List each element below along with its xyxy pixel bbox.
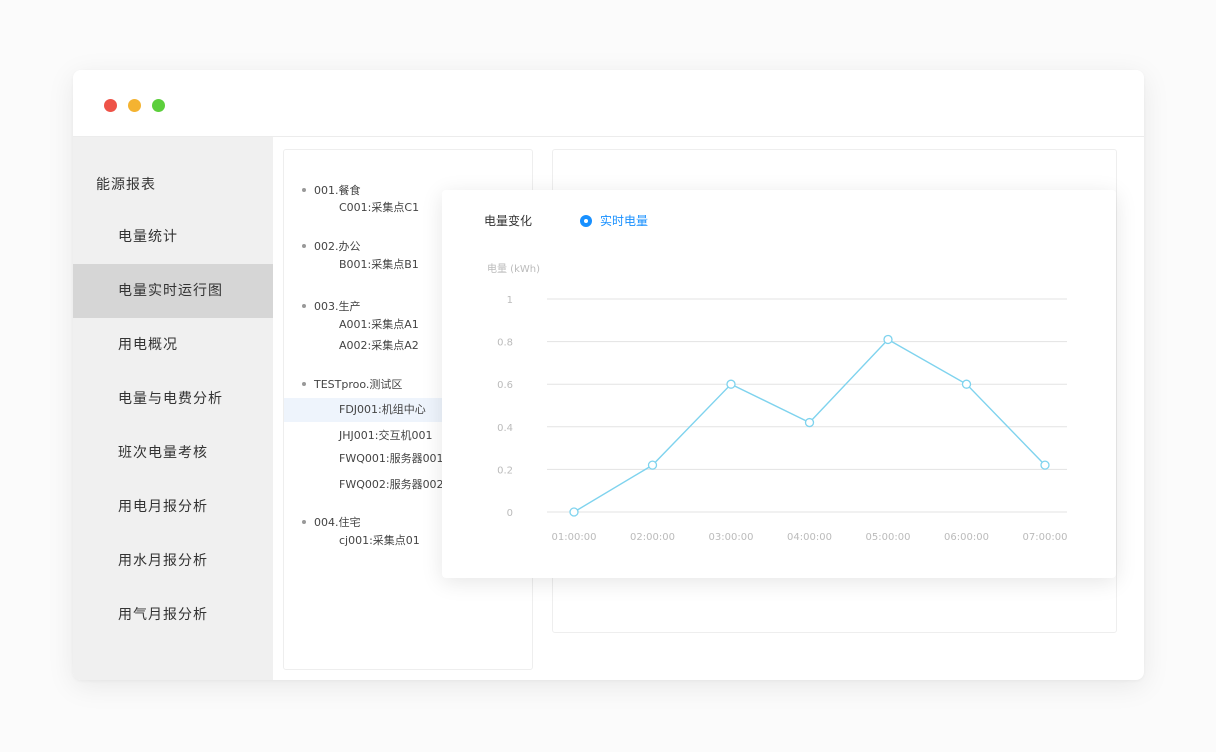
bullet-icon	[302, 244, 306, 248]
sidebar-item[interactable]: 电量统计	[73, 210, 273, 264]
close-window-button[interactable]	[104, 99, 117, 112]
sidebar-item[interactable]: 用电概况	[73, 318, 273, 372]
x-tick-label: 07:00:00	[1023, 532, 1068, 543]
tree-group[interactable]: 004.住宅	[302, 514, 361, 530]
tree-group-label: 003.生产	[314, 300, 361, 313]
x-tick-label: 03:00:00	[709, 532, 754, 543]
x-tick-label: 01:00:00	[552, 532, 597, 543]
sidebar-item[interactable]: 用电月报分析	[73, 480, 273, 534]
sidebar-item[interactable]: 用气月报分析	[73, 588, 273, 642]
tree-group-label: 004.住宅	[314, 516, 361, 529]
bullet-icon	[302, 304, 306, 308]
data-point	[804, 417, 815, 428]
line-chart: 电量 (kWh) 0 0.2 0.4 0.6 0.8 1 01:00:00 02:00:00 03…	[487, 262, 1068, 543]
sidebar-item[interactable]: 电量与电费分析	[73, 372, 273, 426]
sidebar-item[interactable]: 班次电量考核	[73, 426, 273, 480]
bullet-icon	[302, 188, 306, 192]
tree-group-label: TESTproo.测试区	[314, 378, 403, 391]
x-tick-label: 06:00:00	[944, 532, 989, 543]
y-tick-label: 0.2	[497, 465, 513, 476]
data-point	[569, 507, 579, 517]
data-point	[883, 334, 893, 345]
bullet-icon	[302, 382, 306, 386]
chart-card: 电量变化 实时电量 电量 (kWh) 0 0.2 0.4 0.6 0.8 1 01:00:00…	[442, 190, 1116, 578]
x-tick-label: 02:00:00	[630, 532, 675, 543]
tree-group[interactable]: 003.生产	[302, 298, 361, 314]
data-point	[726, 379, 736, 389]
y-tick-label: 0	[507, 508, 513, 519]
y-tick-label: 1	[507, 295, 513, 306]
data-point	[1040, 460, 1050, 470]
data-point	[647, 460, 658, 470]
y-tick-label: 0.8	[497, 338, 513, 349]
sidebar-item[interactable]: 电量实时运行图	[73, 264, 273, 318]
data-point	[961, 379, 972, 389]
x-tick-label: 04:00:00	[787, 532, 832, 543]
sidebar-item[interactable]: 用水月报分析	[73, 534, 273, 588]
minimize-window-button[interactable]	[128, 99, 141, 112]
bullet-icon	[302, 520, 306, 524]
tree-group[interactable]: 002.办公	[302, 238, 361, 254]
y-axis-label: 电量 (kWh)	[487, 262, 540, 275]
sidebar-section-title: 能源报表	[96, 177, 156, 193]
maximize-window-button[interactable]	[152, 99, 165, 112]
x-tick-label: 05:00:00	[866, 532, 911, 543]
y-tick-label: 0.4	[497, 423, 513, 434]
tree-group[interactable]: TESTproo.测试区	[302, 376, 402, 392]
title-bar	[73, 70, 1144, 137]
tree-group-label: 002.办公	[314, 240, 361, 253]
y-tick-label: 0.6	[497, 380, 513, 391]
